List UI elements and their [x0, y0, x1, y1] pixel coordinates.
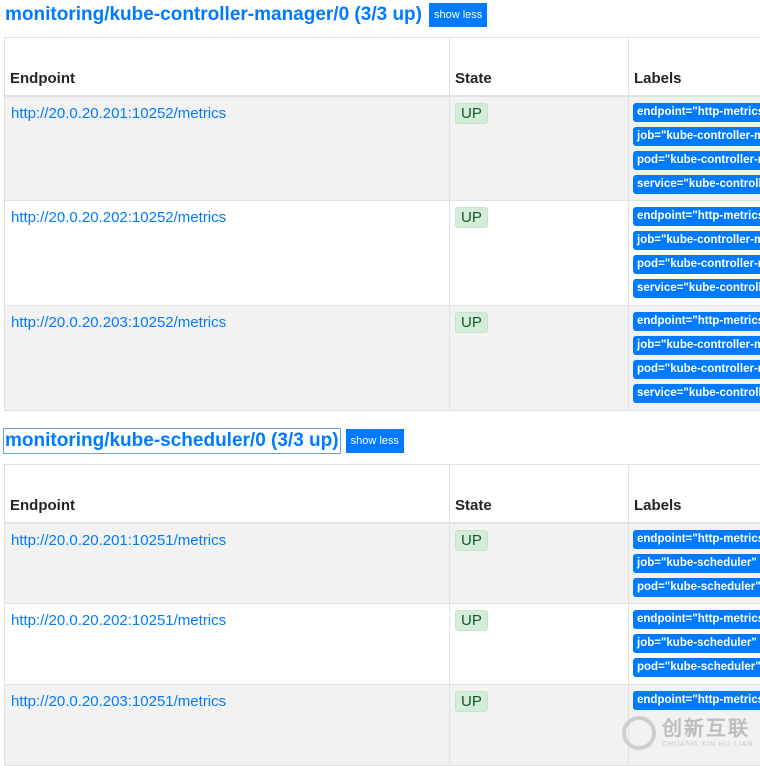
targets-table-controller-manager: Endpoint State Labels http://20.0.20.201…	[4, 37, 760, 411]
label-badge: endpoint="http-metrics"	[633, 530, 760, 549]
status-badge: UP	[455, 207, 488, 228]
column-header-state: State	[450, 465, 629, 523]
label-badge: pod="kube-controller-manager"	[633, 360, 760, 379]
watermark: 创新互联 CHUANG XIN HU LIAN	[622, 716, 754, 750]
table-row: http://20.0.20.202:10252/metrics UP endp…	[5, 201, 760, 306]
label-badge: pod="kube-controller-manager"	[633, 255, 760, 274]
section-title[interactable]: monitoring/kube-controller-manager/0 (3/…	[4, 3, 423, 27]
label-badge: endpoint="http-metrics"	[633, 610, 760, 629]
section-header-controller-manager: monitoring/kube-controller-manager/0 (3/…	[4, 3, 487, 27]
logo-icon	[622, 716, 656, 750]
section-title[interactable]: monitoring/kube-scheduler/0 (3/3 up)	[4, 429, 340, 453]
label-badge: service="kube-controller-manager"	[633, 175, 760, 194]
label-badge: job="kube-scheduler"	[633, 634, 760, 653]
column-header-labels: Labels	[629, 465, 760, 523]
endpoint-link[interactable]: http://20.0.20.203:10251/metrics	[11, 693, 226, 710]
label-badge: service="kube-controller-manager"	[633, 384, 760, 403]
endpoint-link[interactable]: http://20.0.20.202:10251/metrics	[11, 612, 226, 629]
column-header-endpoint: Endpoint	[5, 465, 450, 523]
label-badge: job="kube-controller-manager"	[633, 127, 760, 146]
label-badge: job="kube-controller-manager"	[633, 231, 760, 250]
column-header-labels: Labels	[629, 38, 760, 96]
table-row: http://20.0.20.201:10251/metrics UP endp…	[5, 523, 760, 604]
table-row: http://20.0.20.203:10252/metrics UP endp…	[5, 306, 760, 411]
status-badge: UP	[455, 691, 488, 712]
watermark-text: 创新互联	[662, 718, 754, 740]
label-badge: service="kube-controller-manager"	[633, 279, 760, 298]
label-badge: endpoint="http-metrics"	[633, 312, 760, 331]
label-badge: pod="kube-scheduler"	[633, 578, 760, 597]
label-badge: job="kube-scheduler"	[633, 554, 760, 573]
label-badge: endpoint="http-metrics"	[633, 103, 760, 122]
table-row: http://20.0.20.202:10251/metrics UP endp…	[5, 604, 760, 685]
status-badge: UP	[455, 610, 488, 631]
column-header-state: State	[450, 38, 629, 96]
endpoint-link[interactable]: http://20.0.20.201:10252/metrics	[11, 105, 226, 122]
label-badge: endpoint="http-metrics"	[633, 207, 760, 226]
section-header-scheduler: monitoring/kube-scheduler/0 (3/3 up) sho…	[4, 429, 404, 453]
label-badge: job="kube-controller-manager"	[633, 336, 760, 355]
endpoint-link[interactable]: http://20.0.20.203:10252/metrics	[11, 314, 226, 331]
show-less-button[interactable]: show less	[429, 3, 487, 27]
column-header-endpoint: Endpoint	[5, 38, 450, 96]
label-badge: pod="kube-controller-manager"	[633, 151, 760, 170]
watermark-subtext: CHUANG XIN HU LIAN	[662, 740, 754, 749]
endpoint-link[interactable]: http://20.0.20.202:10252/metrics	[11, 209, 226, 226]
label-badge: endpoint="http-metrics"	[633, 691, 760, 710]
status-badge: UP	[455, 103, 488, 124]
endpoint-link[interactable]: http://20.0.20.201:10251/metrics	[11, 532, 226, 549]
status-badge: UP	[455, 530, 488, 551]
status-badge: UP	[455, 312, 488, 333]
table-row: http://20.0.20.201:10252/metrics UP endp…	[5, 96, 760, 201]
show-less-button[interactable]: show less	[346, 429, 404, 453]
label-badge: pod="kube-scheduler"	[633, 658, 760, 677]
